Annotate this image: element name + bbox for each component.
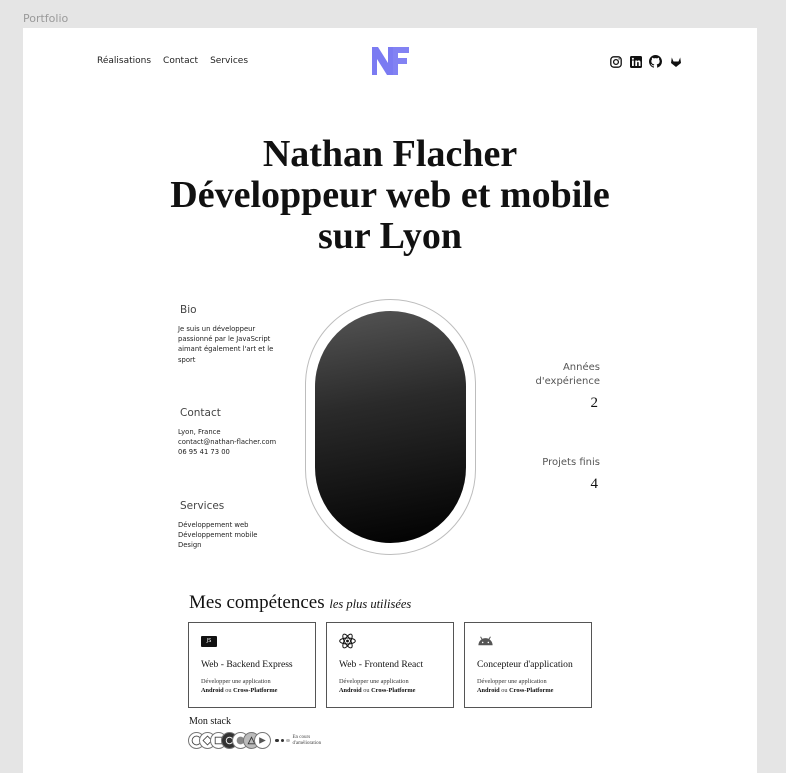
bio-title: Bio xyxy=(180,304,197,316)
main-nav: Réalisations Contact Services xyxy=(97,56,248,66)
skills-subtitle: les plus utilisées xyxy=(329,597,412,611)
skill-card-app[interactable]: Concepteur d'application Développer une … xyxy=(464,622,592,708)
stack-tech-icon[interactable] xyxy=(254,732,271,749)
nf-logo[interactable] xyxy=(371,46,411,76)
android-icon xyxy=(478,636,493,646)
skill-card-desc: Développer une application Android ou Cr… xyxy=(201,678,278,694)
contact-title: Contact xyxy=(180,407,221,419)
contact-details: Lyon, France contact@nathan-flacher.com … xyxy=(178,427,293,458)
bio-text: Je suis un développeur passionné par le … xyxy=(178,325,274,364)
service-item: Développement mobile xyxy=(178,531,258,540)
skill-card-title: Web - Frontend React xyxy=(339,659,424,670)
frame-label: Portfolio xyxy=(23,12,69,25)
skill-card-title: Web - Backend Express xyxy=(201,659,293,670)
social-links xyxy=(609,55,682,68)
hero-line-role: Développeur web et mobile xyxy=(170,174,610,216)
nav-item-services[interactable]: Services xyxy=(210,56,248,66)
react-icon xyxy=(339,633,356,649)
nav-item-realisations[interactable]: Réalisations xyxy=(97,56,151,66)
js-icon: JS xyxy=(201,635,217,647)
stat-experience-value: 2 xyxy=(590,395,599,411)
hero-line-name: Nathan Flacher xyxy=(262,133,518,175)
gitlab-icon[interactable] xyxy=(669,55,682,68)
contact-email[interactable]: contact@nathan-flacher.com xyxy=(178,437,293,447)
linkedin-icon[interactable] xyxy=(629,55,642,68)
services-list: Développement web Développement mobile D… xyxy=(178,520,293,551)
services-section: Services Développement web Développement… xyxy=(178,500,293,551)
hero-line-location: sur Lyon xyxy=(318,215,462,257)
github-icon[interactable] xyxy=(649,55,662,68)
skill-card-desc: Développer une application Android ou Cr… xyxy=(339,678,416,694)
service-item: Design xyxy=(178,541,202,550)
portrait-image xyxy=(315,311,466,543)
stat-projects-label: Projets finis xyxy=(542,457,600,468)
bio-section: Bio Je suis un développeur passionné par… xyxy=(178,304,283,365)
skills-title: Mes compétences les plus utilisées xyxy=(189,592,412,613)
skill-card-desc: Développer une application Android ou Cr… xyxy=(477,678,554,694)
contact-location: Lyon, France xyxy=(178,428,221,436)
stack-icons: En cours d'amélioration xyxy=(188,732,327,749)
stack-progress-dots xyxy=(275,738,290,743)
service-item: Développement web xyxy=(178,521,249,529)
stat-projects-value: 4 xyxy=(590,476,599,492)
stack-title: Mon stack xyxy=(189,716,231,727)
skill-card-frontend[interactable]: Web - Frontend React Développer une appl… xyxy=(326,622,454,708)
skills-cards: JS Web - Backend Express Développer une … xyxy=(188,622,592,708)
skill-card-backend[interactable]: JS Web - Backend Express Développer une … xyxy=(188,622,316,708)
contact-phone[interactable]: 06 95 41 73 00 xyxy=(178,447,293,457)
instagram-icon[interactable] xyxy=(609,55,622,68)
services-title: Services xyxy=(180,500,225,512)
hero-title: Nathan Flacher Développeur web et mobile… xyxy=(23,134,757,257)
nav-item-contact[interactable]: Contact xyxy=(163,56,198,66)
stack-note: En cours d'amélioration xyxy=(292,735,322,746)
skill-card-title: Concepteur d'application xyxy=(477,659,573,670)
portfolio-page: Réalisations Contact Services Nathan Fla… xyxy=(23,28,757,773)
stat-experience: Années d'expérience 2 xyxy=(535,361,600,412)
contact-section: Contact Lyon, France contact@nathan-flac… xyxy=(178,407,293,458)
stat-projects: Projets finis 4 xyxy=(542,456,600,493)
stat-experience-label: Années d'expérience xyxy=(535,362,600,387)
